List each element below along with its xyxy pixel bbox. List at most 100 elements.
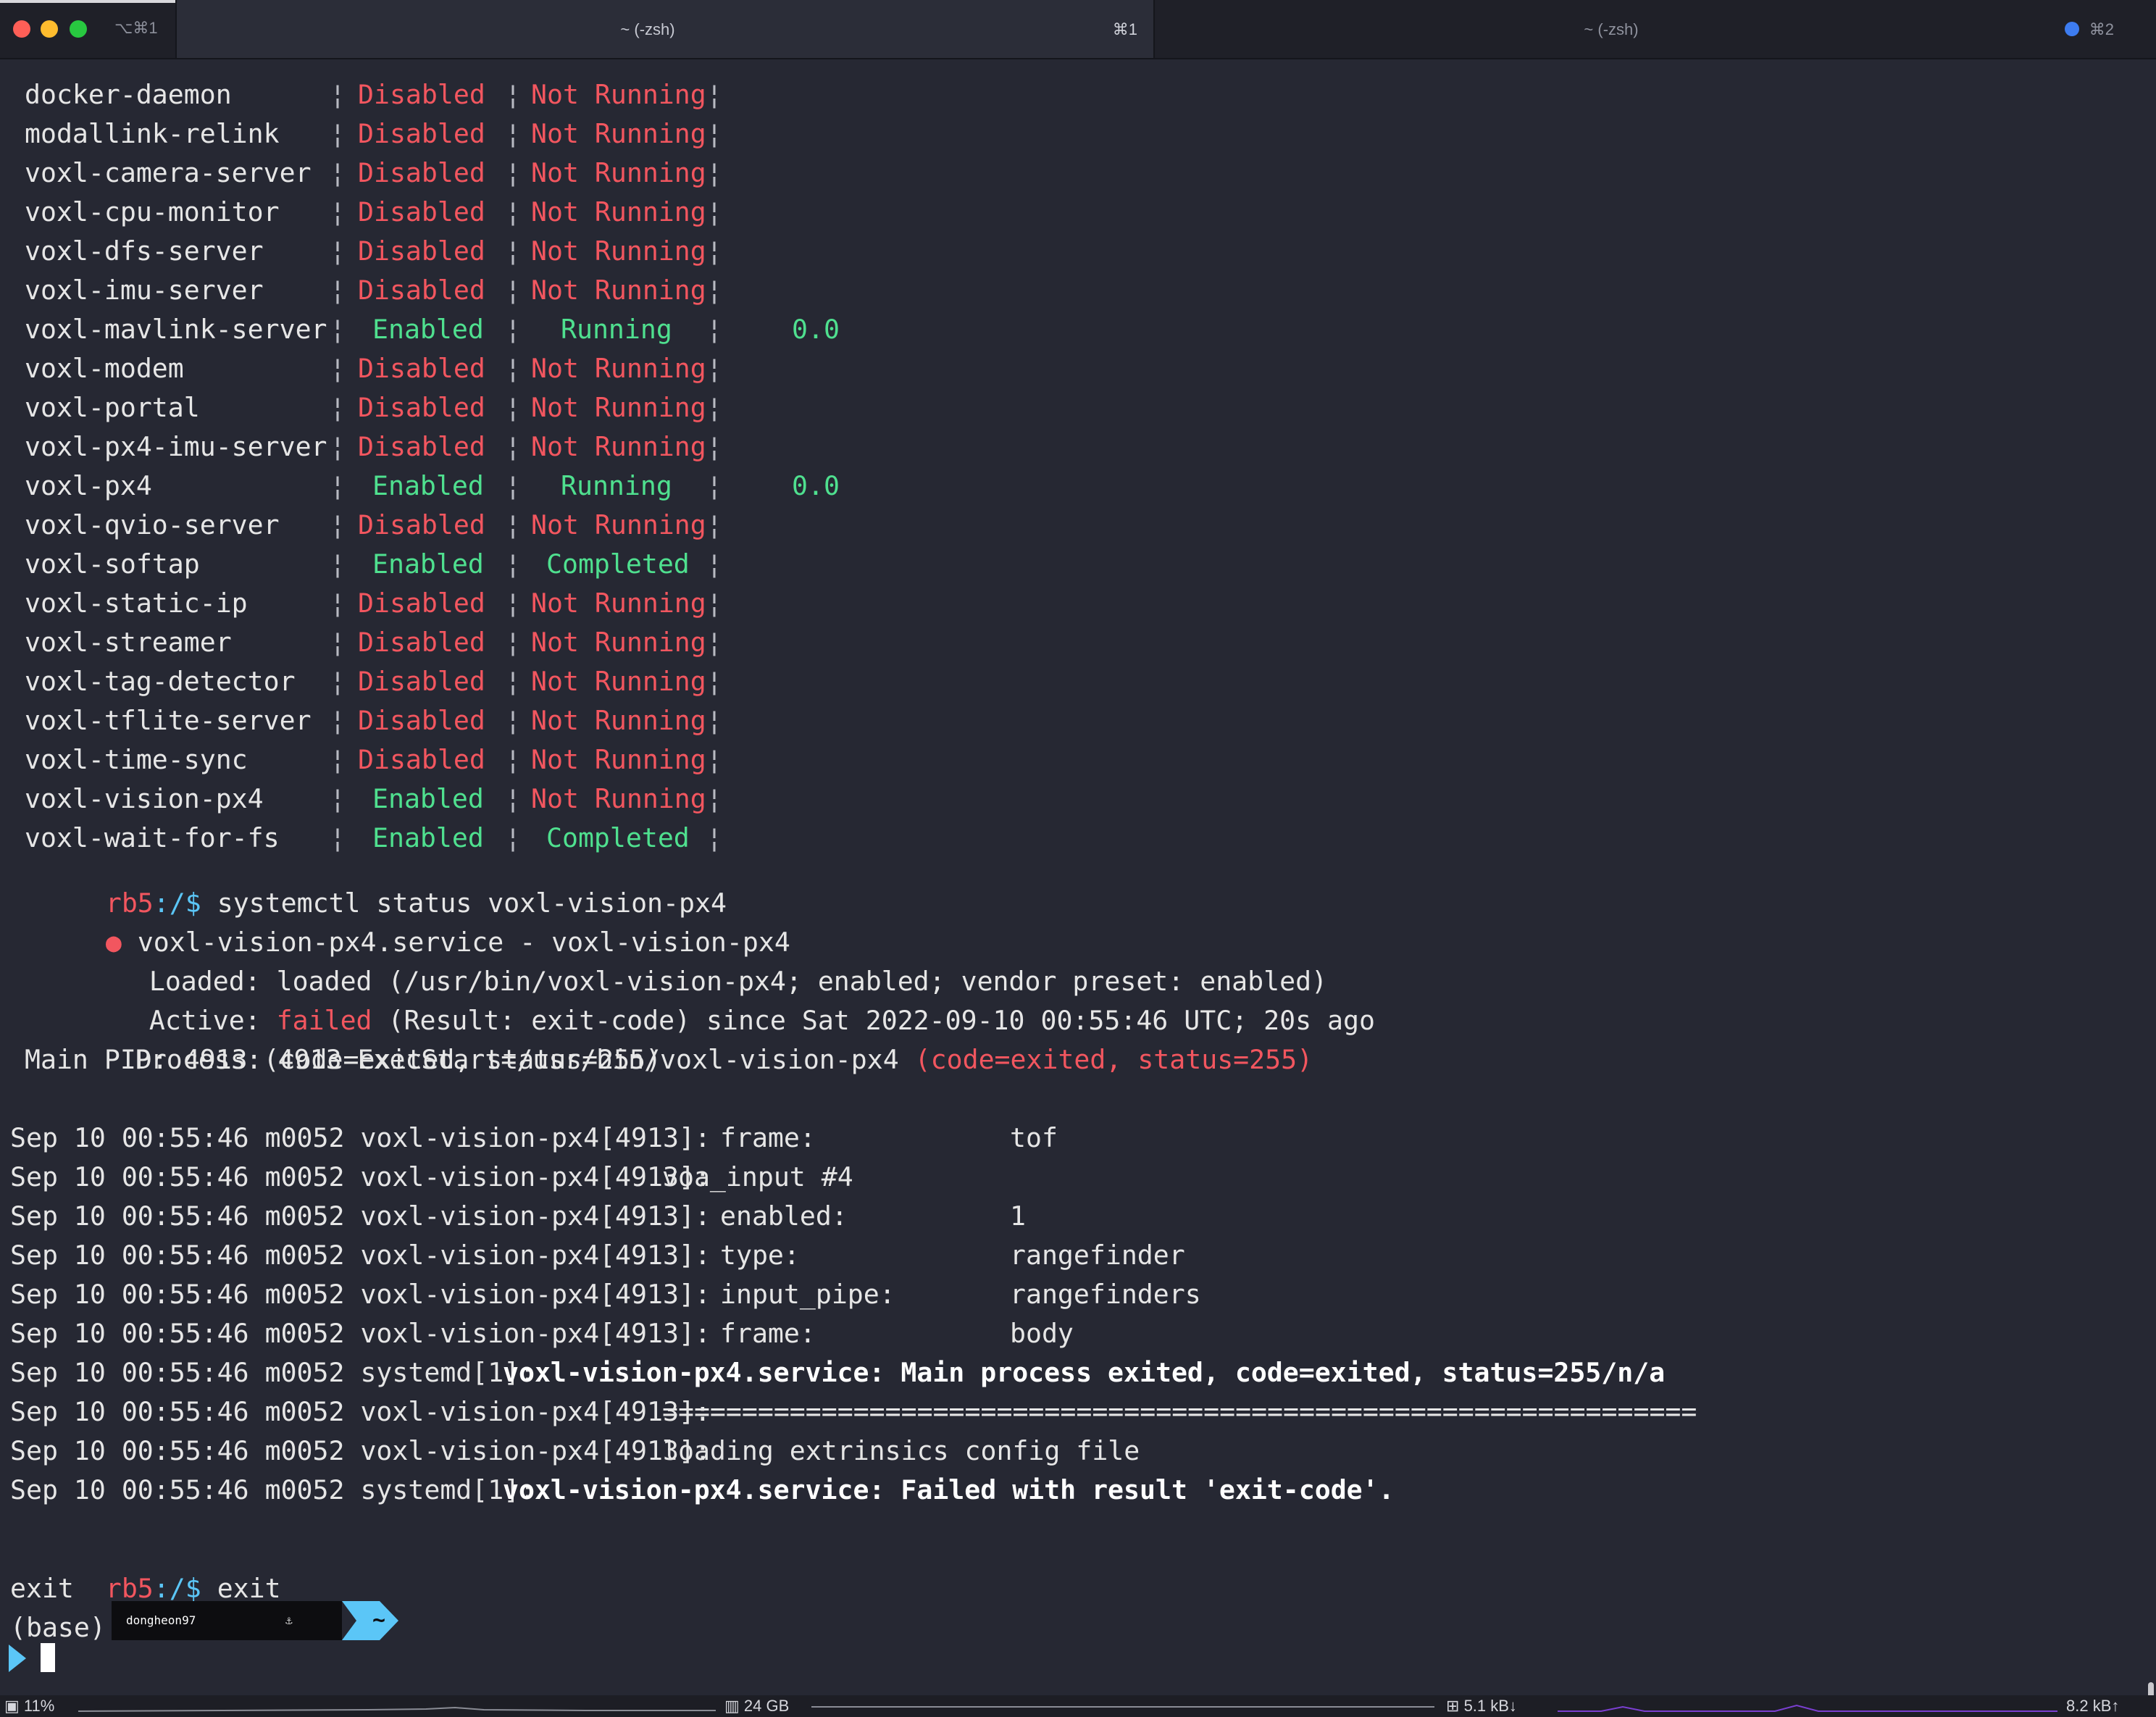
service-running-state: Not Running [531, 705, 706, 736]
service-name: voxl-px4-imu-server [25, 431, 327, 462]
column-separator: ¦ [706, 79, 722, 110]
service-row: voxl-dfs-server ¦ Disabled ¦ Not Running ¦ [0, 232, 942, 271]
cpu-usage: 11% [23, 1697, 55, 1715]
memory-indicator: ▥ 24 GB [724, 1697, 789, 1716]
service-name: voxl-dfs-server [25, 235, 264, 267]
journal-value: rangefinders [1010, 1279, 1201, 1310]
service-name: voxl-softap [25, 548, 200, 580]
journal-prefix: Sep 10 00:55:46 m0052 voxl-vision-px4[49… [10, 1200, 711, 1232]
service-row: voxl-camera-server ¦ Disabled ¦ Not Running ¦ [0, 154, 942, 193]
service-cpu-usage: 0.0 [792, 470, 840, 501]
process-line: Process: 4913 ExecStart=/usr/bin/voxl-vi… [39, 1001, 1313, 1075]
service-name: voxl-px4 [25, 470, 152, 501]
column-separator: ¦ [505, 509, 521, 540]
journal-prefix: Sep 10 00:55:46 m0052 systemd[1]: [10, 1474, 536, 1505]
column-separator: ¦ [505, 275, 521, 306]
journal-prefix: Sep 10 00:55:46 m0052 voxl-vision-px4[49… [10, 1318, 711, 1349]
service-enabled-state: Enabled [372, 314, 484, 345]
service-enabled-state: Disabled [358, 588, 485, 619]
tab-2[interactable]: ~ (-zsh) ⌘2 [1155, 0, 2156, 58]
column-separator: ¦ [330, 666, 346, 697]
journal-line: Sep 10 00:55:46 m0052 voxl-vision-px4[49… [0, 1158, 2101, 1197]
column-separator: ¦ [330, 275, 346, 306]
column-separator: ¦ [706, 666, 722, 697]
service-running-state: Not Running [531, 392, 706, 423]
service-running-state: Completed [546, 548, 690, 580]
service-name: voxl-static-ip [25, 588, 248, 619]
zoom-window-button[interactable] [70, 20, 87, 38]
journal-message: voxl-vision-px4.service: Failed with res… [503, 1474, 1395, 1505]
column-separator: ¦ [330, 509, 346, 540]
column-separator: ¦ [330, 196, 346, 227]
service-row: voxl-qvio-server ¦ Disabled ¦ Not Running ¦ [0, 506, 942, 545]
service-name: voxl-portal [25, 392, 200, 423]
journal-key: input_pipe: [720, 1279, 895, 1310]
service-row: voxl-px4 ¦ Enabled ¦ Running ¦ 0.0 [0, 467, 942, 506]
service-enabled-state: Disabled [358, 157, 485, 188]
column-separator: ¦ [505, 627, 521, 658]
journal-line: Sep 10 00:55:46 m0052 voxl-vision-px4[49… [0, 1119, 2101, 1158]
process-exit-code: (code=exited, status=255) [914, 1044, 1313, 1075]
column-separator: ¦ [706, 509, 722, 540]
tab-1[interactable]: ~ (-zsh) ⌘1 [177, 0, 1153, 58]
column-separator: ¦ [505, 314, 521, 345]
journal-key: frame: [720, 1122, 816, 1153]
exit-prompt-line: rb5:/$ exit [10, 1530, 281, 1604]
journal-line: Sep 10 00:55:46 m0052 voxl-vision-px4[49… [0, 1236, 2101, 1275]
anchor-icon: ⚓ [285, 1613, 293, 1627]
prompt-line: rb5:/$ systemctl status voxl-vision-px4 [10, 845, 727, 919]
service-running-state: Running [561, 314, 672, 345]
terminal-output[interactable]: docker-daemon ¦ Disabled ¦ Not Running ¦ modal… [0, 65, 2144, 1688]
column-separator: ¦ [706, 705, 722, 736]
journal-message: voa_input #4 [662, 1161, 853, 1192]
column-separator: ¦ [505, 118, 521, 149]
service-name: voxl-cpu-monitor [25, 196, 280, 227]
service-running-state: Not Running [531, 783, 706, 814]
minimize-window-button[interactable] [41, 20, 58, 38]
service-enabled-state: Disabled [358, 392, 485, 423]
column-separator: ¦ [330, 470, 346, 501]
service-row: docker-daemon ¦ Disabled ¦ Not Running ¦ [0, 75, 942, 114]
loaded-line: Loaded: loaded (/usr/bin/voxl-vision-px4… [54, 923, 1327, 997]
service-running-state: Not Running [531, 275, 706, 306]
service-running-state: Not Running [531, 509, 706, 540]
network-graph [1558, 1704, 2057, 1712]
service-running-state: Not Running [531, 118, 706, 149]
column-separator: ¦ [706, 744, 722, 775]
column-separator: ¦ [706, 157, 722, 188]
prompt-directory: ~ [372, 1608, 386, 1633]
cpu-graph [78, 1706, 716, 1712]
column-separator: ¦ [505, 79, 521, 110]
service-name: docker-daemon [25, 79, 232, 110]
column-separator: ¦ [505, 392, 521, 423]
service-enabled-state: Disabled [358, 118, 485, 149]
service-row: voxl-cpu-monitor ¦ Disabled ¦ Not Running ¦ [0, 193, 942, 232]
tab-1-shortcut: ⌘1 [1112, 20, 1137, 38]
text-cursor [41, 1643, 55, 1672]
journal-message: loading extrinsics config file [662, 1435, 1140, 1466]
network-indicator: ⊞ 5.1 kB↓ [1446, 1697, 1517, 1716]
close-window-button[interactable] [13, 20, 30, 38]
prompt-path: :/$ [153, 1573, 201, 1604]
terminal-scrollbar[interactable] [2144, 59, 2156, 1717]
service-row: voxl-softap ¦ Enabled ¦ Completed ¦ [0, 545, 942, 584]
service-enabled-state: Disabled [358, 431, 485, 462]
tab-activity-dot-icon [2065, 22, 2079, 36]
service-row: voxl-mavlink-server ¦ Enabled ¦ Running ¦ 0.0 [0, 310, 942, 349]
tab-2-title: ~ (-zsh) [1584, 20, 1639, 38]
service-enabled-state: Disabled [358, 275, 485, 306]
column-separator: ¦ [330, 235, 346, 267]
service-name: voxl-tag-detector [25, 666, 296, 697]
journal-prefix: Sep 10 00:55:46 m0052 voxl-vision-px4[49… [10, 1161, 711, 1192]
cpu-icon: ▣ [4, 1697, 20, 1715]
prompt-chevron-icon [9, 1645, 26, 1672]
service-row: voxl-px4-imu-server ¦ Disabled ¦ Not Running… [0, 427, 942, 467]
service-running-state: Not Running [531, 627, 706, 658]
journal-line: Sep 10 00:55:46 m0052 systemd[1]: voxl-vi… [0, 1471, 2101, 1510]
service-enabled-state: Disabled [358, 744, 485, 775]
service-enabled-state: Disabled [358, 705, 485, 736]
service-row: voxl-tflite-server ¦ Disabled ¦ Not Running ¦ [0, 701, 942, 740]
service-running-state: Not Running [531, 431, 706, 462]
service-row: voxl-modem ¦ Disabled ¦ Not Running ¦ [0, 349, 942, 388]
network-down: 5.1 kB↓ [1463, 1697, 1517, 1715]
